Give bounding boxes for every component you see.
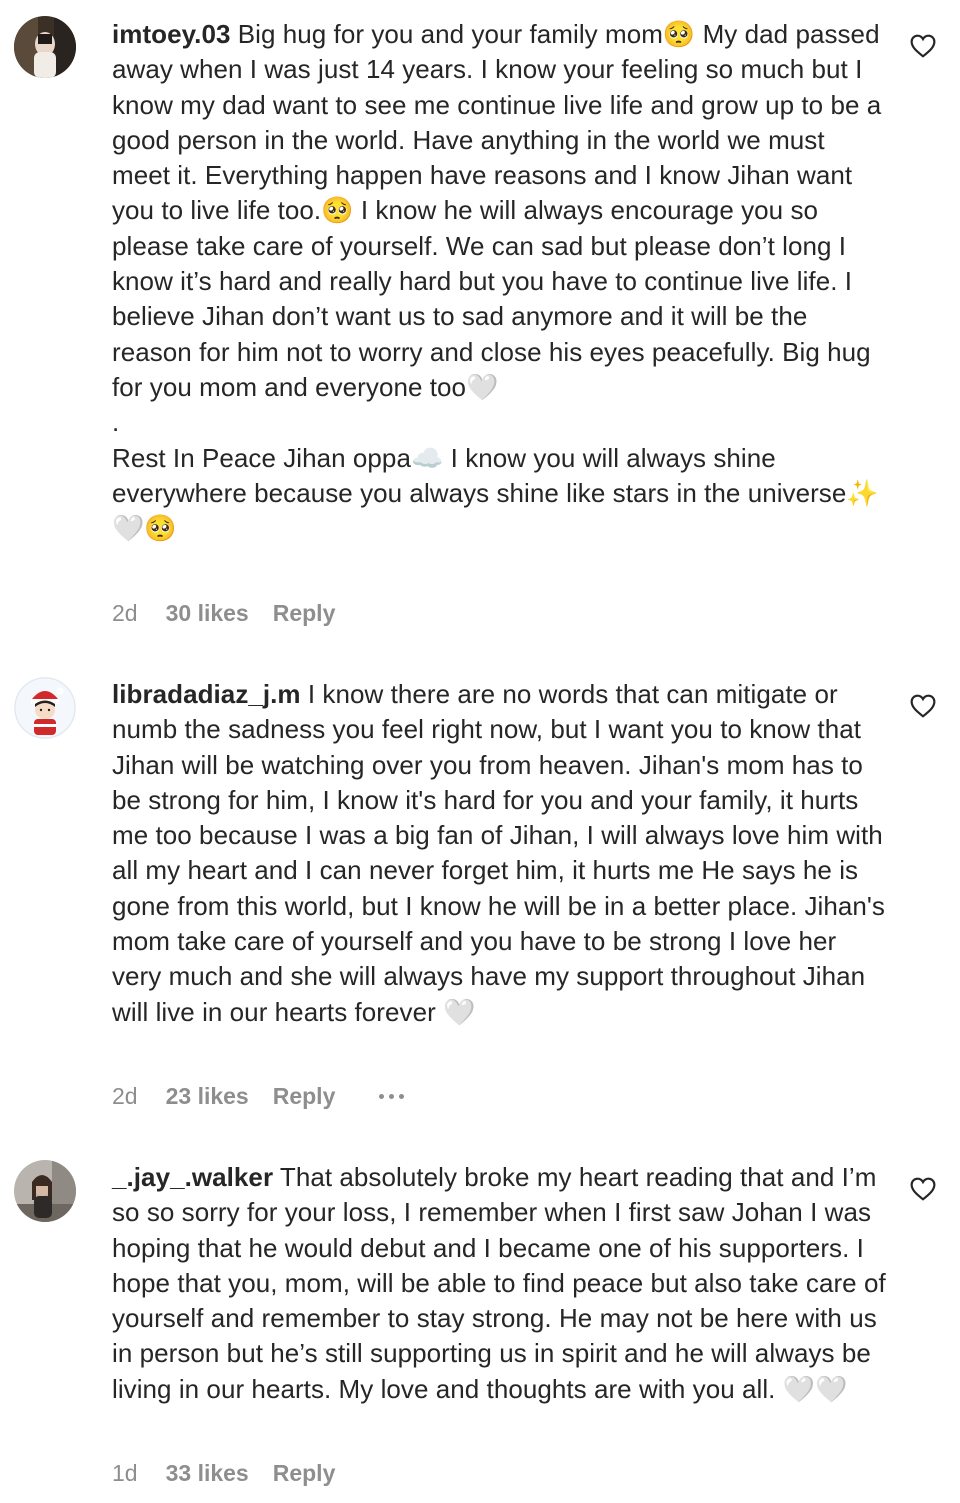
comment-username[interactable]: libradadiaz_j.m	[112, 679, 301, 709]
comment-text: _.jay_.walker That absolutely broke my h…	[112, 1160, 888, 1407]
comment-meta: 1d 33 likes Reply	[112, 1460, 379, 1487]
comment-likes-count[interactable]: 30 likes	[166, 600, 249, 627]
heart-outline-icon[interactable]	[910, 694, 936, 718]
avatar[interactable]	[14, 16, 76, 78]
heart-outline-icon[interactable]	[910, 1177, 936, 1201]
comment-body: That absolutely broke my heart reading t…	[112, 1162, 886, 1404]
comment-meta: 2d 23 likes Reply	[112, 1083, 405, 1110]
heart-outline-icon[interactable]	[910, 34, 936, 58]
comment-body: Big hug for you and your family mom🥺 My …	[112, 19, 882, 544]
avatar[interactable]	[14, 677, 76, 739]
comment-text: imtoey.03 Big hug for you and your famil…	[112, 17, 888, 546]
comment-timestamp: 1d	[112, 1460, 138, 1486]
reply-button[interactable]: Reply	[273, 600, 336, 627]
comment-timestamp: 2d	[112, 600, 138, 626]
more-options-icon[interactable]	[379, 1087, 405, 1107]
comment-likes-count[interactable]: 33 likes	[166, 1460, 249, 1487]
comment-username[interactable]: _.jay_.walker	[112, 1162, 273, 1192]
comment-meta: 2d 30 likes Reply	[112, 600, 379, 627]
comment-username[interactable]: imtoey.03	[112, 19, 230, 49]
avatar[interactable]	[14, 1160, 76, 1222]
comment-timestamp: 2d	[112, 1083, 138, 1109]
comment-body: I know there are no words that can mitig…	[112, 679, 885, 1027]
reply-button[interactable]: Reply	[273, 1460, 336, 1487]
comment-text: libradadiaz_j.m I know there are no word…	[112, 677, 888, 1030]
reply-button[interactable]: Reply	[273, 1083, 336, 1110]
comment-likes-count[interactable]: 23 likes	[166, 1083, 249, 1110]
